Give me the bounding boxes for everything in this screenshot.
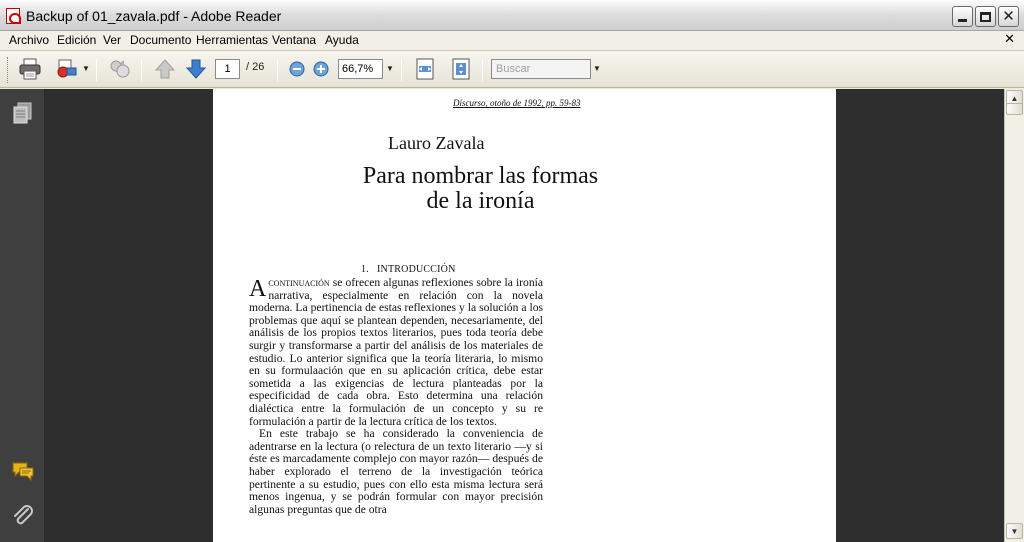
body-text: Acontinuación se ofrecen algunas reflexi… [249, 276, 543, 516]
drop-cap: A [249, 276, 267, 302]
fit-width-icon[interactable] [412, 57, 438, 81]
menu-ventana[interactable]: Ventana [272, 33, 316, 47]
down-arrow-icon[interactable] [183, 57, 209, 81]
printer-icon[interactable] [17, 57, 43, 81]
fit-page-icon[interactable] [448, 57, 474, 81]
chevron-down-icon[interactable]: ▼ [386, 64, 394, 73]
separator [141, 59, 142, 81]
page-number-input[interactable]: 1 [215, 59, 240, 79]
paragraph-1-text: se ofrecen algunas reflexiones sobre la … [249, 276, 543, 428]
email-icon[interactable] [53, 57, 79, 81]
zoom-out-icon[interactable] [284, 57, 310, 81]
toolbar: ▼ 1 / 26 66,7% ▼ Buscar ▼ [0, 51, 1024, 88]
paragraph-1-lead: continuación [268, 276, 330, 289]
paragraph-1: Acontinuación se ofrecen algunas reflexi… [249, 276, 543, 428]
toolbar-grip[interactable] [7, 57, 10, 83]
title-bar: Backup of 01_zavala.pdf - Adobe Reader ✕ [0, 0, 1024, 31]
chevron-down-icon[interactable]: ▼ [82, 64, 90, 73]
search-input[interactable]: Buscar [491, 59, 591, 79]
author-name: Lauro Zavala [388, 133, 485, 153]
menu-bar: Archivo Edición Ver Documento Herramient… [0, 31, 1024, 51]
page-total: / 26 [246, 61, 265, 73]
section-title: INTRODUCCIÓN [377, 264, 456, 275]
menu-ayuda[interactable]: Ayuda [325, 33, 359, 47]
section-number: 1. [361, 264, 369, 275]
close-icon: ✕ [1002, 7, 1015, 25]
paragraph-2: En este trabajo se ha considerado la con… [249, 427, 543, 516]
paperclip-icon[interactable] [11, 503, 35, 527]
up-arrow-icon[interactable] [152, 57, 178, 81]
pdf-page: Discurso, otoño de 1992, pp. 59-83 Lauro… [213, 89, 836, 542]
close-button[interactable]: ✕ [998, 6, 1019, 27]
menu-documento[interactable]: Documento [130, 33, 191, 47]
title-line-1: Para nombrar las formas [362, 163, 599, 189]
maximize-icon [980, 11, 991, 22]
document-title: Para nombrar las formas de la ironía [253, 164, 708, 214]
chevron-down-icon[interactable]: ▼ [593, 64, 601, 73]
menu-ver[interactable]: Ver [103, 33, 121, 47]
minimize-button[interactable] [952, 6, 973, 27]
navigation-panel [0, 89, 45, 542]
section-heading: 1. INTRODUCCIÓN [361, 264, 456, 275]
title-line-2: de la ironía [426, 188, 535, 214]
separator [277, 59, 278, 81]
collaborate-icon[interactable] [107, 57, 133, 81]
vertical-scrollbar[interactable]: ▲ ▼ [1004, 89, 1024, 542]
pdf-icon [6, 8, 21, 24]
zoom-in-icon[interactable] [308, 57, 334, 81]
running-head: Discurso, otoño de 1992, pp. 59-83 [453, 98, 581, 108]
menu-edicion[interactable]: Edición [57, 33, 96, 47]
comment-icon[interactable] [11, 459, 35, 483]
pages-icon[interactable] [11, 101, 35, 125]
scroll-down-button[interactable]: ▼ [1006, 523, 1023, 539]
maximize-button[interactable] [975, 6, 996, 27]
minimize-icon [958, 19, 967, 22]
separator [96, 59, 97, 81]
separator [401, 59, 402, 81]
separator [482, 59, 483, 81]
menu-archivo[interactable]: Archivo [9, 33, 49, 47]
menu-herramientas[interactable]: Herramientas [196, 33, 268, 47]
close-document-icon[interactable]: ✕ [1004, 32, 1015, 47]
scrollbar-thumb[interactable] [1006, 103, 1023, 115]
zoom-level-field[interactable]: 66,7% [338, 59, 383, 79]
document-view[interactable]: Discurso, otoño de 1992, pp. 59-83 Lauro… [45, 89, 1004, 542]
window-title: Backup of 01_zavala.pdf - Adobe Reader [26, 8, 282, 24]
